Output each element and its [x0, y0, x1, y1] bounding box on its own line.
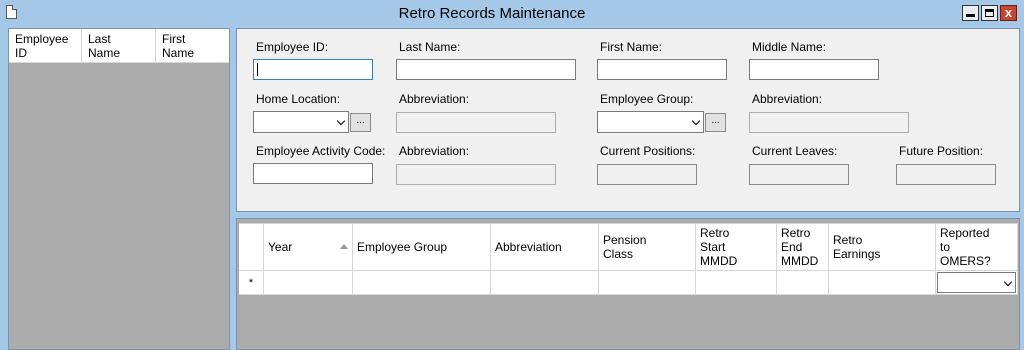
- minimize-icon: [966, 14, 975, 17]
- close-icon: x: [1004, 5, 1013, 20]
- chevron-down-icon: [1003, 277, 1013, 287]
- sort-ascending-icon: [340, 244, 348, 249]
- last-name-input[interactable]: [396, 59, 576, 80]
- column-label-line: to: [940, 240, 951, 254]
- title-bar: Retro Records Maintenance x: [0, 0, 1024, 26]
- employee-group-label: Employee Group:: [600, 92, 694, 106]
- first-name-input[interactable]: [597, 59, 727, 80]
- first-name-label: First Name:: [600, 40, 663, 54]
- retro-end-cell[interactable]: [777, 271, 829, 294]
- retro-earnings-cell[interactable]: [829, 271, 936, 294]
- reported-omers-cell[interactable]: [936, 271, 1018, 294]
- year-cell[interactable]: [264, 271, 353, 294]
- activity-code-label: Employee Activity Code:: [256, 144, 386, 158]
- abbreviation-cell[interactable]: [491, 271, 599, 294]
- home-location-select[interactable]: [253, 111, 349, 133]
- new-record-row[interactable]: *: [239, 271, 1018, 295]
- activity-abbreviation-label: Abbreviation:: [399, 144, 470, 158]
- column-first-name[interactable]: First Name: [156, 29, 229, 62]
- column-label-line: Employee: [15, 32, 69, 46]
- column-label: Employee Group: [357, 240, 448, 254]
- column-label-line: Last: [88, 32, 111, 46]
- column-label-line: Name: [162, 46, 195, 60]
- last-name-label: Last Name:: [399, 40, 461, 54]
- home-abbreviation-field: [396, 112, 556, 133]
- retro-records-grid[interactable]: Year Employee Group Abbreviation Pension…: [236, 218, 1020, 350]
- employee-form: Employee ID: Last Name: First Name: Midd…: [236, 28, 1020, 212]
- column-label-line: OMERS?: [940, 254, 991, 268]
- column-label-line: Retro: [700, 226, 730, 240]
- column-label-line: Earnings: [833, 247, 881, 261]
- column-label: Abbreviation: [495, 240, 562, 254]
- column-last-name[interactable]: Last Name: [82, 29, 156, 62]
- future-position-field: [896, 164, 996, 185]
- column-label-line: Pension: [603, 233, 647, 247]
- employee-list[interactable]: Employee ID Last Name First Name: [8, 28, 230, 350]
- column-label-line: Retro: [781, 226, 811, 240]
- current-positions-field: [597, 164, 697, 185]
- group-abbreviation-label: Abbreviation:: [752, 92, 823, 106]
- retro-start-cell[interactable]: [696, 271, 777, 294]
- activity-code-input[interactable]: [253, 163, 373, 184]
- window-title: Retro Records Maintenance: [398, 5, 586, 22]
- home-location-lookup-button[interactable]: ...: [350, 113, 371, 132]
- employee-group-cell[interactable]: [353, 271, 491, 294]
- home-location-label: Home Location:: [256, 92, 341, 106]
- column-label-line: Start: [700, 240, 726, 254]
- column-label-line: Retro: [833, 233, 863, 247]
- row-selector-header: [239, 224, 264, 270]
- column-label-line: First: [162, 32, 186, 46]
- column-retro-end[interactable]: Retro End MMDD: [777, 224, 829, 270]
- chevron-down-icon: [336, 116, 346, 126]
- column-label-line: ID: [15, 46, 27, 60]
- column-label-line: Class: [603, 247, 634, 261]
- current-positions-label: Current Positions:: [600, 144, 696, 158]
- current-leaves-field: [749, 164, 849, 185]
- grid-header: Year Employee Group Abbreviation Pension…: [239, 223, 1018, 271]
- employee-group-select[interactable]: [597, 111, 704, 133]
- pension-class-cell[interactable]: [599, 271, 696, 294]
- employee-group-lookup-button[interactable]: ...: [705, 113, 726, 132]
- column-pension-class[interactable]: Pension Class: [599, 224, 696, 270]
- column-retro-earnings[interactable]: Retro Earnings: [829, 224, 936, 270]
- minimize-button[interactable]: [962, 5, 979, 21]
- chevron-down-icon: [691, 116, 701, 126]
- column-label-line: Reported: [940, 226, 990, 240]
- column-employee-group[interactable]: Employee Group: [353, 224, 491, 270]
- employee-id-label: Employee ID:: [256, 40, 329, 54]
- close-button[interactable]: x: [1000, 5, 1017, 21]
- column-employee-id[interactable]: Employee ID: [9, 29, 82, 62]
- column-label: Year: [268, 240, 293, 254]
- current-leaves-label: Current Leaves:: [752, 144, 838, 158]
- text-caret: [257, 63, 258, 76]
- employee-id-input[interactable]: [253, 59, 373, 80]
- future-position-label: Future Position:: [899, 144, 984, 158]
- column-label-line: Name: [88, 46, 121, 60]
- employee-list-header: Employee ID Last Name First Name: [9, 29, 229, 63]
- column-abbreviation[interactable]: Abbreviation: [491, 224, 599, 270]
- middle-name-input[interactable]: [749, 59, 879, 80]
- activity-abbreviation-field: [396, 164, 556, 185]
- reported-omers-select[interactable]: [937, 272, 1016, 293]
- column-retro-start[interactable]: Retro Start MMDD: [696, 224, 777, 270]
- column-reported-omers[interactable]: Reported to OMERS?: [936, 224, 1018, 270]
- column-label-line: End: [781, 240, 803, 254]
- new-row-marker: *: [239, 271, 264, 294]
- column-label-line: MMDD: [781, 254, 819, 268]
- home-abbreviation-label: Abbreviation:: [399, 92, 470, 106]
- maximize-icon: [985, 9, 994, 17]
- column-label-line: MMDD: [700, 254, 738, 268]
- group-abbreviation-field: [749, 112, 909, 133]
- column-year[interactable]: Year: [264, 224, 353, 270]
- middle-name-label: Middle Name:: [752, 40, 827, 54]
- maximize-button[interactable]: [981, 5, 998, 21]
